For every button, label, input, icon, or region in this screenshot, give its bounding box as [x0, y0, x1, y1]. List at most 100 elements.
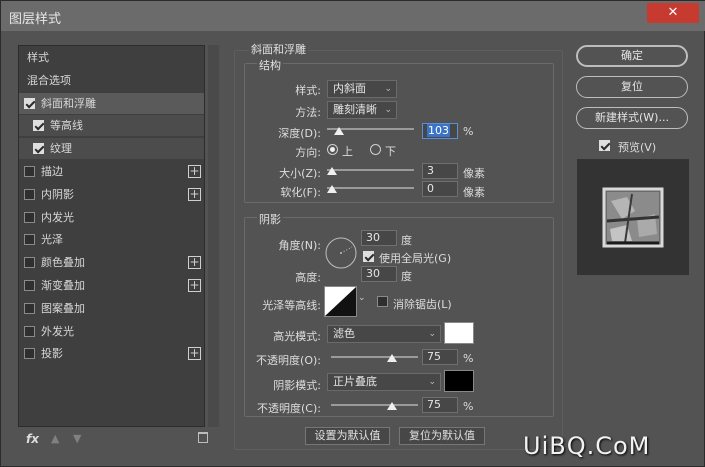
chevron-down-icon: ⌄ — [428, 329, 436, 339]
style-list-checkbox[interactable] — [24, 257, 35, 269]
soften-label: 软化(F): — [280, 186, 321, 199]
style-list-checkbox[interactable] — [24, 211, 35, 223]
preview-checkbox[interactable] — [599, 140, 610, 151]
style-list-item[interactable]: 图案叠加 — [19, 298, 204, 319]
close-button[interactable]: ✕ — [647, 3, 699, 23]
make-default-button[interactable]: 设置为默认值 — [305, 427, 390, 445]
structure-title: 结构 — [257, 57, 283, 73]
style-list-item[interactable]: 样式 — [19, 47, 204, 68]
trash-icon[interactable] — [198, 432, 208, 443]
style-list-item[interactable]: 纹理 — [19, 138, 204, 160]
size-slider-track[interactable] — [327, 169, 414, 171]
soften-input[interactable]: 0 — [422, 181, 458, 197]
style-list-checkbox[interactable] — [24, 188, 35, 200]
add-effect-icon[interactable]: + — [188, 347, 201, 361]
angle-unit: 度 — [401, 234, 412, 247]
add-effect-icon[interactable]: + — [188, 279, 201, 292]
ok-button[interactable]: 确定 — [576, 45, 688, 67]
style-list-checkbox[interactable] — [24, 302, 35, 314]
style-list-item[interactable]: 斜面和浮雕 — [19, 92, 204, 114]
style-list-checkbox[interactable] — [24, 166, 35, 177]
antialias-label: 消除锯齿(L) — [393, 298, 452, 311]
layer-style-dialog: 图层样式 ✕ 样式 混合选项 斜面和浮雕 等高线 纹理描边 + 内阴影 + 内发光光泽颜色叠加 +… — [0, 0, 705, 467]
style-list-item[interactable]: 描边 + — [19, 161, 204, 182]
shadow-opacity-input[interactable]: 75 — [422, 397, 458, 413]
style-list-checkbox[interactable] — [24, 280, 35, 291]
global-light-label: 使用全局光(G) — [379, 252, 452, 265]
style-list-item[interactable]: 颜色叠加 + — [19, 252, 204, 273]
angle-label: 角度(N): — [278, 239, 321, 252]
preview-thumbnail — [602, 187, 664, 248]
new-style-button[interactable]: 新建样式(W)... — [576, 107, 688, 129]
style-list-label: 图案叠加 — [41, 301, 85, 315]
style-list-label: 描边 — [41, 165, 63, 178]
style-list-label: 光泽 — [41, 233, 63, 247]
depth-slider-thumb[interactable] — [334, 127, 344, 135]
move-up-icon[interactable]: ▲ — [51, 432, 59, 445]
style-list-item[interactable]: 等高线 — [19, 115, 204, 137]
style-list-checkbox[interactable] — [33, 143, 44, 155]
angle-input[interactable]: 30 — [361, 230, 397, 246]
highlight-color-swatch[interactable] — [444, 322, 474, 344]
style-list-item[interactable]: 渐变叠加 + — [19, 275, 204, 296]
method-label: 方法: — [295, 106, 321, 119]
reset-button[interactable]: 复位 — [576, 76, 688, 98]
global-light-checkbox[interactable] — [363, 251, 374, 262]
move-down-icon[interactable]: ▼ — [73, 432, 81, 445]
shadow-opacity-thumb[interactable] — [387, 402, 397, 410]
shadow-mode-value: 正片叠底 — [333, 375, 377, 388]
soften-slider-thumb[interactable] — [327, 185, 337, 193]
shadow-mode-select[interactable]: 正片叠底 ⌄ — [327, 373, 441, 391]
style-list-checkbox[interactable] — [24, 325, 35, 337]
soften-slider-track[interactable] — [327, 187, 414, 189]
style-list-scrollbar[interactable] — [208, 45, 219, 427]
add-effect-icon[interactable]: + — [188, 187, 201, 201]
direction-down-radio[interactable] — [370, 144, 381, 155]
style-list-item[interactable]: 外发光 — [19, 321, 204, 342]
style-list-label: 外发光 — [41, 324, 74, 338]
direction-down-label: 下 — [385, 145, 396, 158]
style-list-item[interactable]: 投影 + — [19, 343, 204, 364]
angle-dial[interactable] — [324, 236, 358, 270]
highlight-opacity-input[interactable]: 75 — [422, 349, 458, 365]
style-list-checkbox[interactable] — [33, 120, 44, 132]
style-list-checkbox[interactable] — [24, 97, 35, 109]
title-bar: 图层样式 ✕ — [1, 1, 705, 31]
direction-up-radio[interactable] — [327, 144, 338, 155]
altitude-label: 高度: — [295, 271, 321, 284]
style-list-checkbox[interactable] — [24, 348, 35, 360]
shadow-opacity-track[interactable] — [331, 404, 418, 406]
style-list-item[interactable]: 光泽 — [19, 229, 204, 250]
chevron-down-icon: ⌄ — [384, 105, 392, 115]
style-list-item[interactable]: 内阴影 + — [19, 184, 204, 205]
shading-title: 阴影 — [257, 211, 283, 227]
reset-default-button[interactable]: 复位为默认值 — [399, 427, 485, 445]
antialias-checkbox[interactable] — [377, 296, 388, 307]
gloss-contour-picker[interactable] — [324, 286, 357, 317]
highlight-mode-select[interactable]: 滤色 ⌄ — [327, 325, 441, 343]
altitude-input[interactable]: 30 — [361, 266, 397, 282]
style-list-label: 投影 — [41, 347, 63, 361]
shadow-opacity-unit: % — [463, 400, 474, 413]
shadow-color-swatch[interactable] — [444, 370, 474, 392]
highlight-opacity-track[interactable] — [331, 356, 418, 358]
style-list-label: 渐变叠加 — [41, 279, 85, 292]
chevron-down-icon: ⌄ — [384, 84, 392, 94]
size-input[interactable]: 3 — [422, 163, 458, 179]
shadow-opacity-label: 不透明度(C): — [257, 402, 321, 415]
method-select[interactable]: 雕刻清晰 ⌄ — [327, 101, 397, 119]
add-effect-icon[interactable]: + — [188, 256, 201, 270]
depth-input[interactable]: 103 — [422, 123, 458, 139]
add-effect-icon[interactable]: + — [188, 165, 201, 178]
altitude-value: 30 — [366, 267, 380, 280]
style-list-item[interactable]: 混合选项 — [19, 70, 204, 91]
fx-icon[interactable]: fx — [26, 432, 39, 446]
depth-unit: % — [463, 125, 474, 138]
style-list-item[interactable]: 内发光 — [19, 207, 204, 228]
style-list-checkbox[interactable] — [24, 234, 35, 246]
highlight-opacity-thumb[interactable] — [387, 354, 397, 362]
size-slider-thumb[interactable] — [327, 167, 337, 175]
style-select[interactable]: 内斜面 ⌄ — [327, 80, 397, 98]
gloss-contour-dropdown-icon[interactable]: ⌄ — [358, 293, 366, 303]
style-list-label: 内阴影 — [41, 187, 74, 201]
